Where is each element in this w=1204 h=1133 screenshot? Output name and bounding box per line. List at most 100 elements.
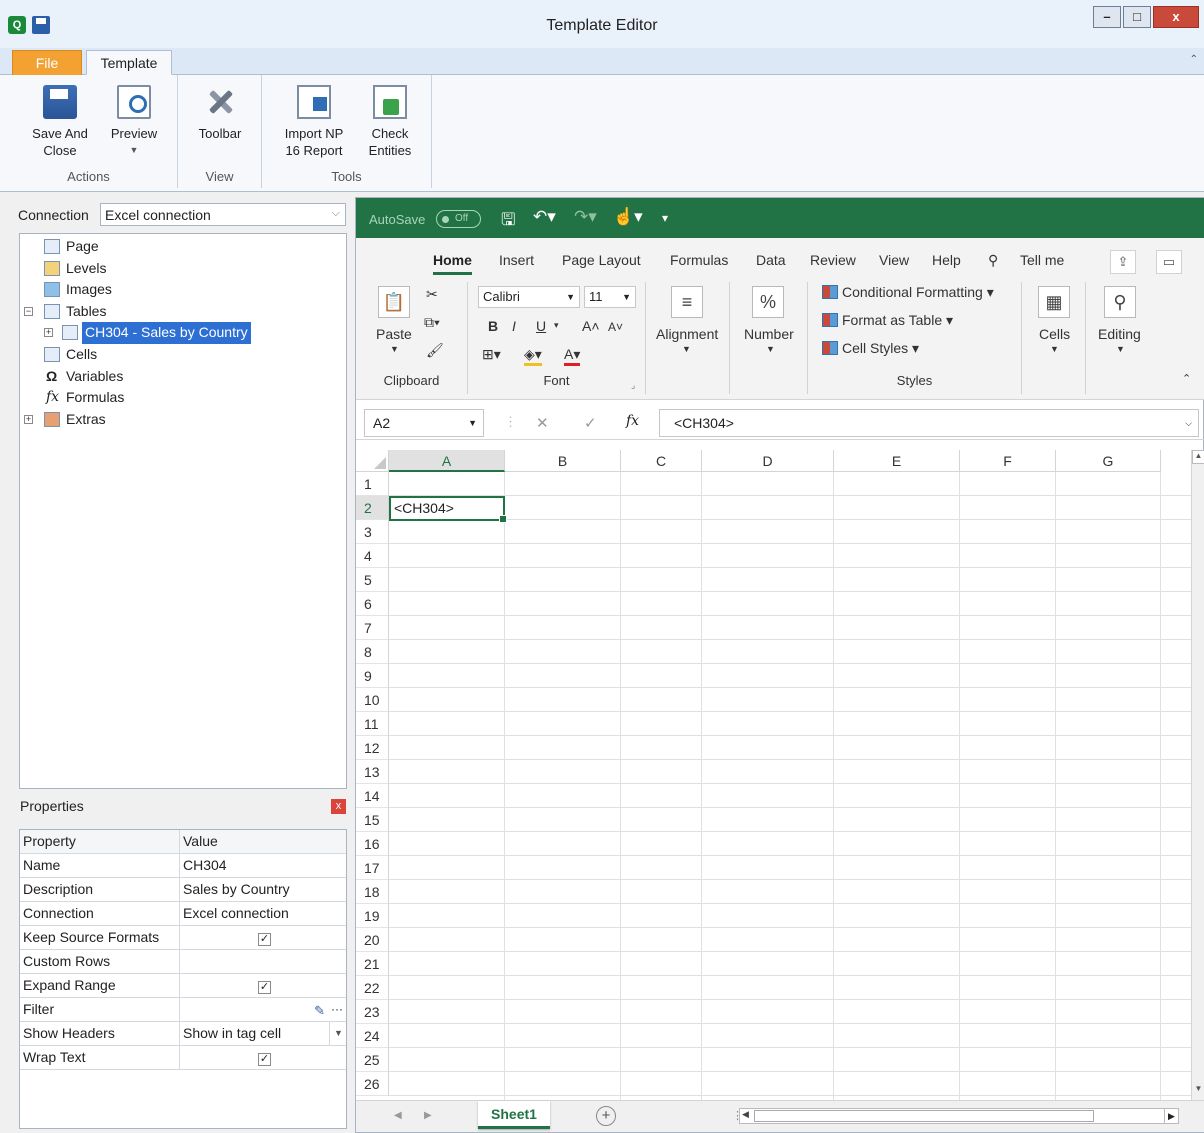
tab-template[interactable]: Template — [86, 50, 172, 75]
row-header-17[interactable]: 17 — [356, 856, 389, 880]
horizontal-scrollbar[interactable]: ◀ — [739, 1108, 1179, 1124]
eraser-icon[interactable]: ✎ — [314, 999, 325, 1022]
chevron-down-icon[interactable]: ▼ — [390, 344, 399, 354]
row-header-4[interactable]: 4 — [356, 544, 389, 568]
row-header-19[interactable]: 19 — [356, 904, 389, 928]
column-header-g[interactable]: G — [1056, 450, 1161, 472]
column-header-c[interactable]: C — [621, 450, 702, 472]
horizontal-scroll-thumb[interactable] — [754, 1110, 1094, 1122]
row-header-18[interactable]: 18 — [356, 880, 389, 904]
tab-help[interactable]: Help — [932, 252, 961, 268]
maximize-button[interactable]: □ — [1123, 6, 1151, 28]
expand-range-checkbox[interactable]: ✓ — [258, 981, 271, 994]
row-header-3[interactable]: 3 — [356, 520, 389, 544]
expand-icon[interactable]: + — [24, 414, 33, 424]
sheet-tab[interactable]: Sheet1 — [478, 1101, 550, 1129]
property-row-description[interactable]: Description Sales by Country — [20, 878, 346, 902]
previous-sheet-icon[interactable]: ◀ — [394, 1110, 402, 1121]
property-row-wrap-text[interactable]: Wrap Text ✓ — [20, 1046, 346, 1070]
import-report-button[interactable]: Import NP 16 Report — [276, 85, 352, 159]
select-all-corner[interactable] — [356, 450, 389, 472]
check-icon[interactable]: ✓ — [584, 414, 597, 432]
comments-icon[interactable]: ▭ — [1156, 250, 1182, 274]
collapse-ribbon-icon[interactable]: ⌃ — [1182, 372, 1191, 385]
font-size-combo[interactable]: 11 ▼ — [584, 286, 636, 308]
property-row-keep-source-formats[interactable]: Keep Source Formats ✓ — [20, 926, 346, 950]
save-icon[interactable]: 🖫 — [501, 207, 515, 236]
paste-button[interactable]: Paste — [376, 326, 412, 342]
font-color-icon[interactable]: A▾ — [564, 346, 581, 366]
increase-font-icon[interactable]: A˄ — [582, 318, 600, 334]
tree-item-page[interactable]: Page — [20, 236, 346, 258]
tab-page-layout[interactable]: Page Layout — [562, 252, 641, 268]
column-header-f[interactable]: F — [960, 450, 1056, 472]
name-box[interactable]: A2 ▼ — [364, 409, 484, 437]
cancel-icon[interactable]: ✕ — [536, 414, 549, 432]
preview-button[interactable]: Preview ▼ — [104, 85, 164, 159]
row-header-9[interactable]: 9 — [356, 664, 389, 688]
column-header-a[interactable]: A — [389, 450, 505, 472]
scroll-right-icon[interactable]: ▶ — [1164, 1108, 1179, 1124]
borders-icon[interactable]: ⊞▾ — [482, 346, 501, 363]
property-value[interactable]: CH304 — [179, 854, 347, 877]
toolbar-button[interactable]: Toolbar — [188, 85, 252, 142]
chevron-down-icon[interactable]: ▾ — [554, 320, 559, 331]
save-and-close-button[interactable]: Save And Close — [22, 85, 98, 159]
tree-item-variables[interactable]: Ω Variables — [20, 366, 346, 388]
connection-select[interactable]: Excel connection ⌵ — [100, 203, 346, 226]
close-window-button[interactable]: x — [1153, 6, 1199, 28]
row-header-23[interactable]: 23 — [356, 1000, 389, 1024]
italic-button[interactable]: I — [512, 318, 516, 334]
chevron-down-icon[interactable]: ▼ — [766, 344, 775, 354]
alignment-button[interactable]: Alignment — [656, 326, 718, 342]
property-row-connection[interactable]: Connection Excel connection — [20, 902, 346, 926]
underline-button[interactable]: U — [536, 318, 546, 334]
cell-styles-button[interactable]: Cell Styles ▾ — [822, 340, 919, 357]
property-value[interactable]: Show in tag cell ▼ — [179, 1022, 347, 1045]
decrease-font-icon[interactable]: A˅ — [608, 320, 623, 334]
alignment-icon[interactable]: ≡ — [671, 286, 703, 318]
spreadsheet-grid[interactable]: ABCDEFG 1 2 3 4 5 6 7 8 9 10 11 12 13 14 15 16 17 18 19 20 2… — [356, 450, 1204, 1100]
wrap-text-checkbox[interactable]: ✓ — [258, 1053, 271, 1066]
tab-data[interactable]: Data — [756, 252, 786, 268]
chevron-down-icon[interactable]: ▼ — [329, 1022, 347, 1045]
active-cell-a2[interactable]: <CH304> — [389, 496, 507, 523]
row-header-5[interactable]: 5 — [356, 568, 389, 592]
row-header-21[interactable]: 21 — [356, 952, 389, 976]
format-painter-icon[interactable]: 🖌 — [426, 342, 444, 359]
tab-view[interactable]: View — [879, 252, 909, 268]
property-value[interactable]: ✎ ··· — [179, 998, 347, 1021]
formula-input[interactable]: <CH304> ⌵ — [659, 409, 1199, 437]
redo-icon[interactable]: ↷▾ — [574, 207, 597, 227]
row-header-6[interactable]: 6 — [356, 592, 389, 616]
customize-qat-icon[interactable]: ▾ — [662, 211, 668, 225]
row-header-13[interactable]: 13 — [356, 760, 389, 784]
row-header-25[interactable]: 25 — [356, 1048, 389, 1072]
property-row-show-headers[interactable]: Show Headers Show in tag cell ▼ — [20, 1022, 346, 1046]
tab-review[interactable]: Review — [810, 252, 856, 268]
conditional-formatting-button[interactable]: Conditional Formatting ▾ — [822, 284, 994, 301]
row-header-8[interactable]: 8 — [356, 640, 389, 664]
row-header-7[interactable]: 7 — [356, 616, 389, 640]
tab-formulas[interactable]: Formulas — [670, 252, 728, 268]
insert-function-icon[interactable]: fx — [626, 413, 639, 429]
undo-icon[interactable]: ↶▾ — [533, 207, 556, 227]
editing-button[interactable]: Editing — [1098, 326, 1141, 342]
vertical-scrollbar[interactable]: ▲ ▼ — [1191, 450, 1204, 1100]
row-header-15[interactable]: 15 — [356, 808, 389, 832]
next-sheet-icon[interactable]: ▶ — [424, 1110, 432, 1121]
row-header-10[interactable]: 10 — [356, 688, 389, 712]
row-header-1[interactable]: 1 — [356, 472, 389, 496]
dialog-launcher-icon[interactable]: ⌟ — [631, 380, 635, 391]
cut-icon[interactable]: ✂ — [426, 286, 438, 303]
font-name-combo[interactable]: Calibri ▼ — [478, 286, 580, 308]
more-button[interactable]: ··· — [331, 998, 343, 1021]
keep-source-formats-checkbox[interactable]: ✓ — [258, 933, 271, 946]
property-row-name[interactable]: Name CH304 — [20, 854, 346, 878]
row-header-2[interactable]: 2 — [356, 496, 389, 520]
scroll-left-icon[interactable]: ◀ — [742, 1109, 749, 1120]
tab-file[interactable]: File — [12, 50, 82, 75]
property-row-expand-range[interactable]: Expand Range ✓ — [20, 974, 346, 998]
collapse-icon[interactable]: − — [24, 306, 33, 316]
column-header-b[interactable]: B — [505, 450, 621, 472]
